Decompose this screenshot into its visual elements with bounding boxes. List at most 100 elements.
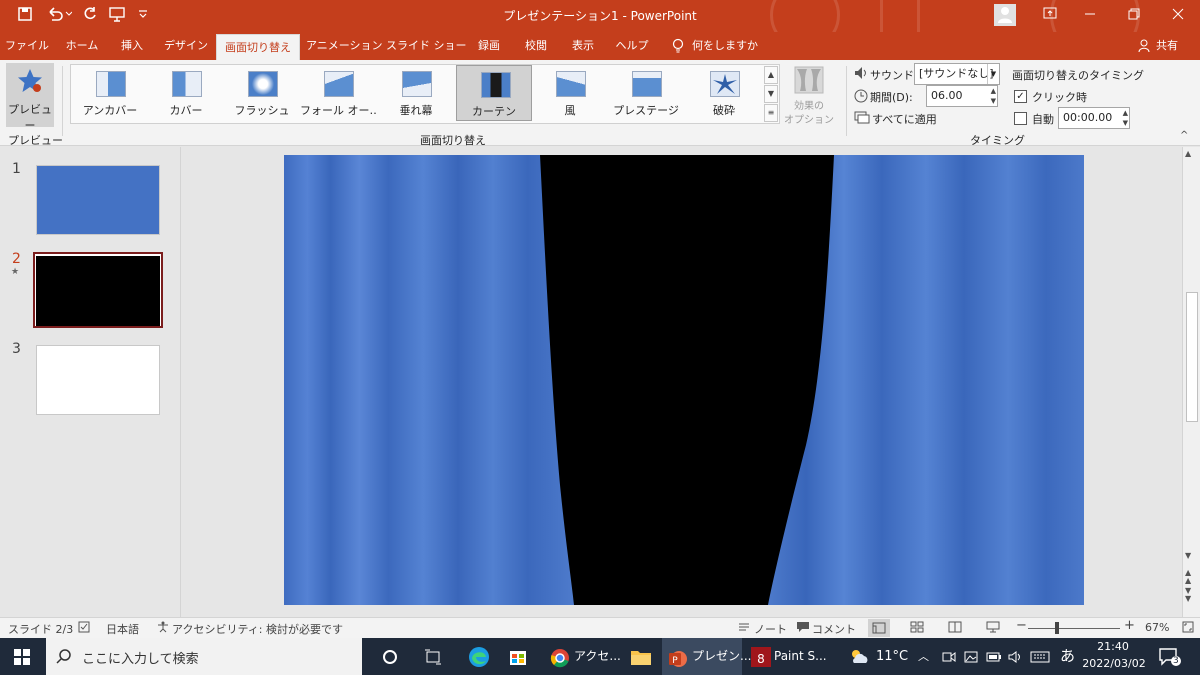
gallery-more[interactable]: ≡ (764, 104, 778, 122)
apply-all-button[interactable]: すべてに適用 (872, 111, 937, 127)
gallery-scroll-up[interactable]: ▲ (764, 66, 778, 84)
spinner-icon[interactable]: ▲ ▼ (1123, 108, 1128, 128)
restore-icon[interactable] (1124, 6, 1144, 26)
slide-sorter-icon[interactable] (910, 621, 924, 636)
tab-transitions[interactable]: 画面切り替え (216, 34, 300, 60)
tab-design[interactable]: デザイン (158, 32, 214, 60)
slide-number: 1 (12, 161, 21, 177)
tab-view[interactable]: 表示 (564, 32, 602, 60)
transition-flash[interactable]: フラッシュ (224, 65, 300, 121)
language-indicator[interactable]: 日本語 (106, 621, 139, 637)
meet-now-icon[interactable] (942, 638, 958, 675)
minimize-icon[interactable] (1080, 6, 1100, 26)
scrollbar-thumb[interactable] (1186, 292, 1198, 422)
store-icon[interactable] (508, 638, 532, 675)
zoom-in-button[interactable]: + (1124, 618, 1135, 633)
tab-review[interactable]: 校閲 (516, 32, 556, 60)
preview-button[interactable]: プレビュー (6, 63, 54, 132)
present-icon[interactable] (106, 6, 128, 26)
zoom-out-button[interactable]: − (1016, 618, 1027, 633)
account-avatar[interactable] (994, 4, 1016, 26)
after-checkbox[interactable] (1014, 112, 1027, 125)
windows-start-icon[interactable] (14, 638, 34, 675)
slide-thumbnail-1[interactable] (36, 165, 160, 235)
editor-vertical-scrollbar[interactable]: ▲ ▼ ▲ ▲ ▼ ▼ (1182, 147, 1200, 617)
clock-icon (854, 89, 868, 106)
zoom-slider-track[interactable] (1028, 628, 1120, 629)
undo-icon[interactable] (44, 6, 74, 26)
transition-drape[interactable]: 垂れ幕 (378, 65, 454, 121)
duration-label: 期間(D): (870, 91, 913, 104)
comments-button[interactable]: コメント (812, 621, 856, 637)
ime-indicator[interactable]: あ (1060, 638, 1075, 675)
duration-field[interactable]: 06.00 ▲ ▼ (926, 85, 998, 107)
scroll-down-icon[interactable]: ▼ (1185, 551, 1191, 560)
sound-dropdown[interactable]: [サウンドなし] ▼ (914, 63, 1000, 85)
after-time-field[interactable]: 00:00.00 ▲ ▼ (1058, 107, 1130, 129)
slideshow-icon[interactable] (986, 621, 1000, 636)
keyboard-icon[interactable] (1030, 638, 1054, 675)
redo-icon[interactable] (80, 6, 100, 26)
tab-slide-show[interactable]: スライド ショー (386, 32, 467, 60)
chevron-up-icon[interactable]: ︿ (918, 638, 929, 675)
tab-record[interactable]: 録画 (468, 32, 510, 60)
battery-icon[interactable] (986, 638, 1004, 675)
cortana-icon[interactable] (382, 638, 402, 675)
taskbar-app-chrome[interactable]: アクセ... (544, 638, 624, 675)
tab-animations[interactable]: アニメーション (306, 32, 383, 60)
zoom-level[interactable]: 67% (1145, 621, 1169, 634)
customize-qat-icon[interactable] (136, 6, 150, 26)
edge-icon[interactable] (468, 638, 492, 675)
tab-help[interactable]: ヘルプ (610, 32, 654, 60)
notes-button[interactable]: ノート (754, 621, 787, 637)
transition-label: アンカバー (82, 104, 138, 117)
transition-curtain[interactable]: カーテン (456, 65, 532, 121)
slide-thumbnail-3[interactable] (36, 345, 160, 415)
group-label-preview: プレビュー (8, 134, 63, 147)
close-icon[interactable] (1168, 6, 1188, 26)
file-explorer-icon[interactable] (630, 638, 654, 675)
clock-time[interactable]: 21:40 (1082, 640, 1144, 653)
transition-fracture[interactable]: 破砕 (686, 65, 762, 121)
collapse-ribbon-icon[interactable]: ^ (1180, 130, 1188, 141)
image-icon[interactable] (964, 638, 980, 675)
scroll-up-icon[interactable]: ▲ (1185, 149, 1191, 158)
transition-prestige[interactable]: プレステージ (608, 65, 684, 121)
on-click-checkbox[interactable]: ✓ (1014, 90, 1027, 103)
transition-cover[interactable]: カバー (148, 65, 224, 121)
next-slide-icon[interactable]: ▼ ▼ (1185, 587, 1191, 603)
fit-to-window-icon[interactable] (1182, 621, 1194, 636)
volume-icon[interactable] (1008, 638, 1024, 675)
previous-slide-icon[interactable]: ▲ ▲ (1185, 569, 1191, 585)
transition-wind[interactable]: 風 (532, 65, 608, 121)
spellcheck-icon[interactable] (78, 621, 92, 636)
task-view-icon[interactable] (424, 638, 444, 675)
zoom-slider-thumb[interactable] (1055, 622, 1060, 634)
weather-temperature[interactable]: 11°C (876, 638, 908, 675)
accessibility-status[interactable]: アクセシビリティ: 検討が必要です (172, 621, 343, 637)
taskbar-app-paint-shop[interactable]: 8 Paint S... (746, 638, 827, 675)
tab-home[interactable]: ホーム (58, 32, 106, 60)
transition-label: カバー (169, 104, 203, 117)
slide-thumbnail-2[interactable] (36, 256, 160, 326)
paint-shop-icon: 8 (750, 646, 772, 675)
spinner-icon[interactable]: ▲ ▼ (991, 86, 996, 106)
share-button[interactable]: 共有 (1156, 32, 1186, 60)
notification-icon[interactable] (1158, 638, 1184, 675)
transition-uncover[interactable]: アンカバー (72, 65, 148, 121)
normal-view-icon[interactable] (868, 619, 890, 637)
taskbar-app-powerpoint[interactable]: P プレゼン... (662, 638, 751, 675)
tell-me-search[interactable]: 何をしますか (692, 32, 762, 60)
accessibility-icon[interactable] (156, 621, 170, 636)
slide-canvas[interactable] (284, 155, 1084, 605)
ribbon-display-options-icon[interactable] (1040, 6, 1060, 26)
transition-fall-over[interactable]: フォール オー… (300, 65, 376, 121)
clock-date[interactable]: 2022/03/02 (1080, 657, 1148, 670)
reading-view-icon[interactable] (948, 621, 962, 636)
gallery-scroll-down[interactable]: ▼ (764, 85, 778, 103)
save-icon[interactable] (14, 6, 36, 26)
effect-options-button[interactable]: 効果の オプション (782, 64, 836, 128)
tab-file[interactable]: ファイル (4, 32, 50, 60)
tab-insert[interactable]: 挿入 (112, 32, 152, 60)
taskbar-search-box[interactable]: ここに入力して検索 (46, 638, 362, 675)
